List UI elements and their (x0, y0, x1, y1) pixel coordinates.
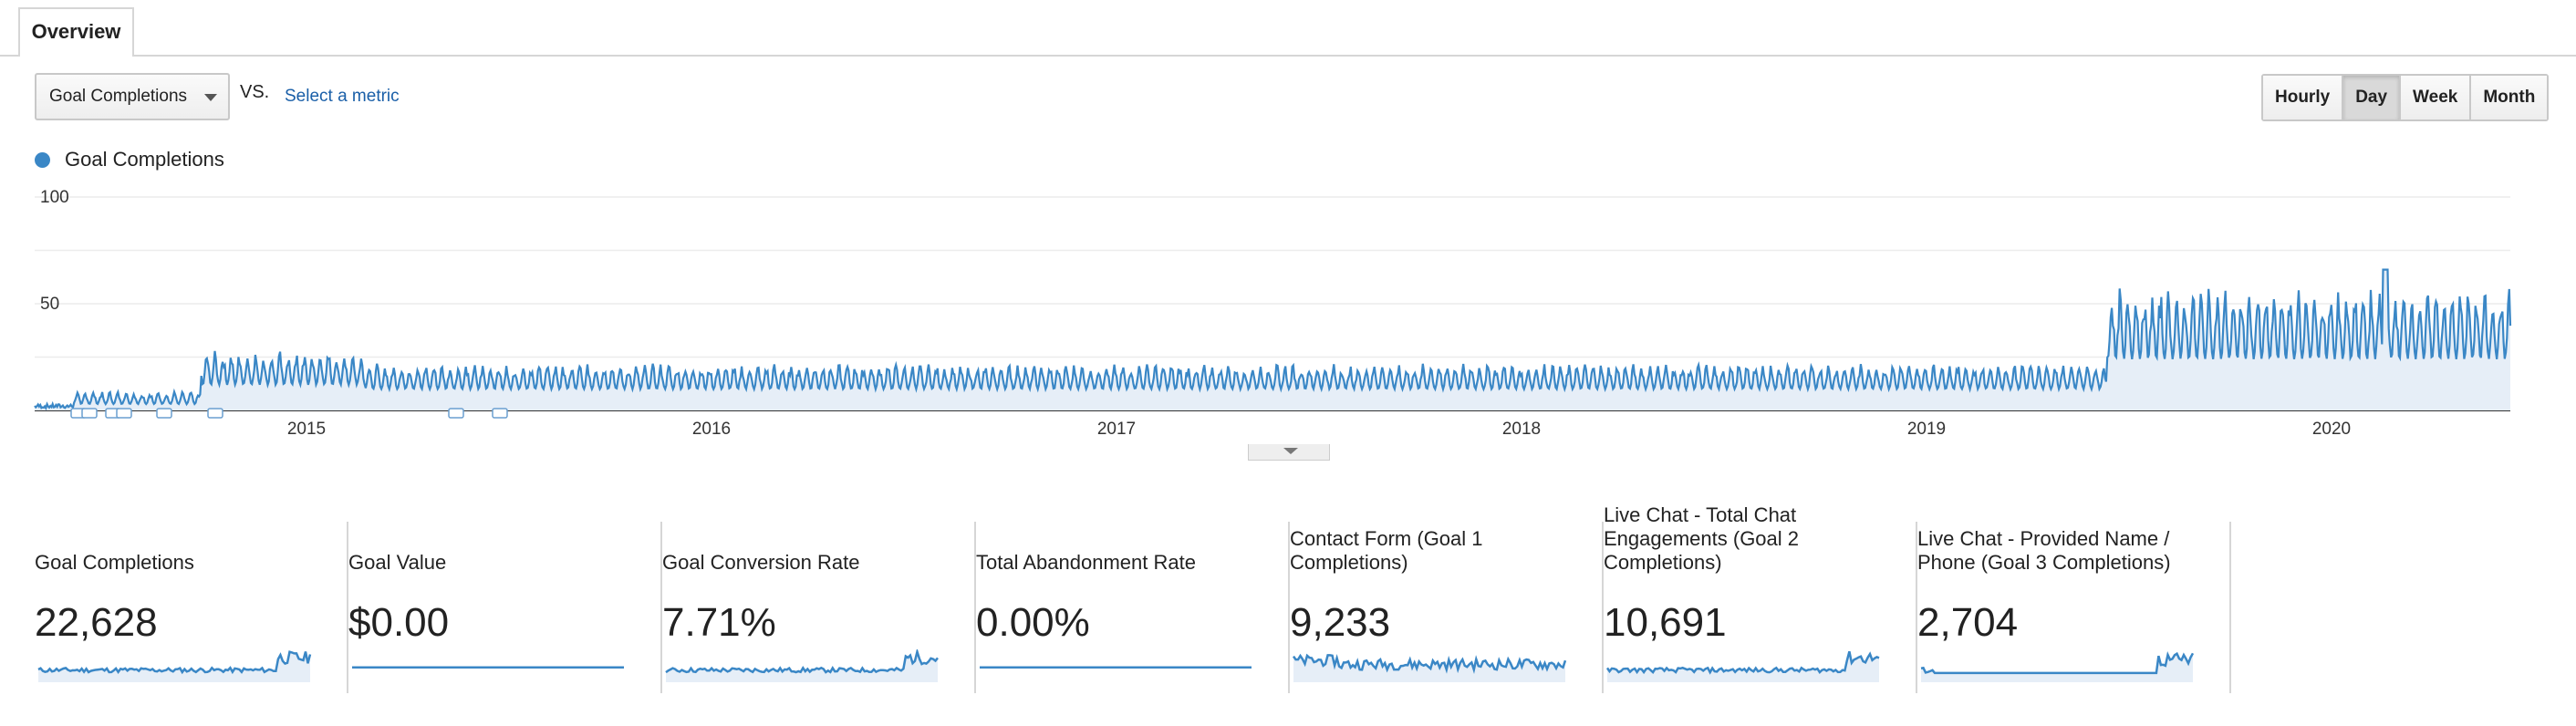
metric-card-value: 22,628 (35, 600, 158, 645)
metric-card-label: Goal Conversion Rate (662, 551, 860, 574)
metric-card[interactable]: Goal Conversion Rate 7.71% (662, 522, 976, 693)
metric-card-value: 7.71% (662, 600, 776, 645)
day-button[interactable]: Day (2343, 76, 2402, 119)
metric-cards: Goal Completions 22,628 Goal Value $0.00 Goa… (35, 503, 2231, 693)
month-button[interactable]: Month (2471, 76, 2548, 119)
metric-card-label: Contact Form (Goal 1 Completions) (1290, 527, 1483, 574)
metric-card[interactable]: Total Abandonment Rate 0.00% (976, 522, 1290, 693)
sparkline (352, 666, 624, 669)
x-tick-label: 2020 (2312, 420, 2351, 439)
metric-card-label: Live Chat - Total Chat Engagements (Goal… (1604, 503, 1800, 574)
metric-card-value: 0.00% (976, 600, 1090, 645)
annotation-icon[interactable] (492, 408, 508, 419)
metric-dropdown-value: Goal Completions (49, 87, 188, 106)
sparkline (980, 666, 1252, 669)
x-tick-label: 2016 (692, 420, 731, 439)
sparkline (1605, 650, 1880, 682)
collapse-chart-handle[interactable] (1248, 444, 1330, 461)
sparkline (1920, 650, 2195, 682)
vs-label: VS. (240, 82, 270, 102)
annotation-icon[interactable] (81, 408, 98, 419)
metric-card-value: 2,704 (1917, 600, 2019, 645)
metric-card-value: 9,233 (1290, 600, 1391, 645)
main-chart[interactable]: 100 50 2015 2016 2017 2018 2019 2020 (0, 182, 2576, 465)
metric-card[interactable]: Goal Value $0.00 (348, 522, 662, 693)
metric-card-value: 10,691 (1604, 600, 1727, 645)
metric-card-label: Total Abandonment Rate (976, 551, 1196, 574)
tab-overview[interactable]: Overview (18, 7, 134, 57)
metric-card-label: Goal Value (348, 551, 447, 574)
annotation-icon[interactable] (448, 408, 464, 419)
hourly-button[interactable]: Hourly (2263, 76, 2344, 119)
sparkline (37, 650, 312, 682)
metric-dropdown[interactable]: Goal Completions (35, 73, 230, 120)
sparkline (1292, 653, 1567, 682)
y-tick-label: 100 (40, 188, 69, 207)
series-dot-icon (35, 151, 50, 168)
metric-card-label: Live Chat - Provided Name / Phone (Goal … (1917, 527, 2171, 574)
period-selector: Hourly Day Week Month (2261, 74, 2550, 121)
x-tick-label: 2015 (287, 420, 326, 439)
metric-card[interactable]: Live Chat - Provided Name / Phone (Goal … (1917, 522, 2231, 693)
select-metric-link[interactable]: Select a metric (285, 87, 400, 107)
metric-card-value: $0.00 (348, 600, 450, 645)
legend-label: Goal Completions (65, 148, 224, 171)
week-button[interactable]: Week (2401, 76, 2472, 119)
x-tick-label: 2019 (1907, 420, 1946, 439)
sparkline (665, 649, 939, 682)
tab-bar: Overview (0, 0, 2576, 57)
chart-legend: Goal Completions (35, 148, 224, 171)
metric-card[interactable]: Live Chat - Total Chat Engagements (Goal… (1604, 503, 1917, 693)
x-tick-label: 2017 (1097, 420, 1136, 439)
annotation-icon[interactable] (207, 408, 223, 419)
y-tick-label: 50 (40, 295, 59, 314)
annotation-icon[interactable] (116, 408, 132, 419)
x-tick-label: 2018 (1502, 420, 1541, 439)
annotation-icon[interactable] (156, 408, 172, 419)
metric-card-label: Goal Completions (35, 551, 194, 574)
chevron-down-icon (204, 94, 217, 101)
metric-card[interactable]: Goal Completions 22,628 (35, 522, 348, 693)
metric-card[interactable]: Contact Form (Goal 1 Completions) 9,233 (1290, 522, 1604, 693)
